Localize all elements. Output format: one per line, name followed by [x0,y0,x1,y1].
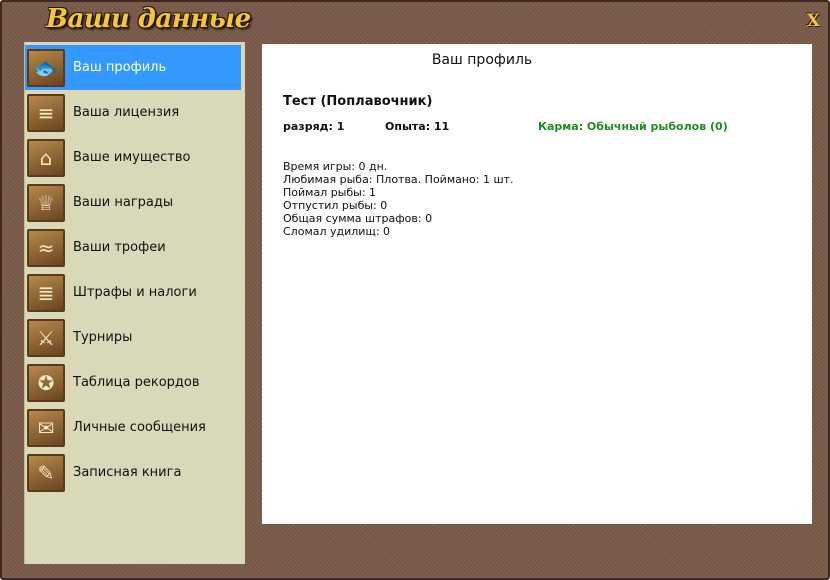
karma-value: Карма: Обычный рыболов (0) [538,120,728,133]
sidebar-item-tournaments[interactable]: ⚔ Турниры [25,315,241,360]
sidebar-item-property[interactable]: ⌂ Ваше имущество [25,135,241,180]
page-title: Ваш профиль [431,52,533,68]
sidebar-item-label: Турниры [73,330,133,345]
sidebar: 🐟 Ваш профиль ≡ Ваша лицензия ⌂ Ваше иму… [24,42,245,564]
profile-window: Ваши данные X 🐟 Ваш профиль ≡ Ваша лицен… [0,0,830,580]
sidebar-item-license[interactable]: ≡ Ваша лицензия [25,90,241,135]
license-icon: ≡ [27,93,65,132]
detail-favorite-fish: Любимая рыба: Плотва. Поймано: 1 шт. [283,173,514,186]
fine-paper-icon: ≣ [27,273,65,312]
detail-fish-caught: Поймал рыбы: 1 [283,186,377,199]
fish-avatar-icon: 🐟 [27,48,65,87]
pike-fish-icon: ≈ [27,228,65,267]
sidebar-item-messages[interactable]: ✉ Личные сообщения [25,405,241,450]
sidebar-item-label: Записная книга [73,465,182,480]
sidebar-item-notebook[interactable]: ✎ Записная книга [25,450,241,495]
sidebar-item-records[interactable]: ✪ Таблица рекордов [25,360,241,405]
notebook-icon: ✎ [27,453,65,492]
profile-panel: Ваш профиль Тест (Поплавочник) разряд: 1… [262,44,812,524]
sidebar-item-label: Ваш профиль [73,60,167,75]
sidebar-item-label: Личные сообщения [73,420,206,435]
trophy-cup-icon: ♕ [27,183,65,222]
profile-details: Время игры: 0 дн. Любимая рыба: Плотва. … [283,160,513,238]
sidebar-item-label: Ваши трофеи [73,240,166,255]
house-icon: ⌂ [27,138,65,177]
sidebar-item-label: Таблица рекордов [73,375,200,390]
player-name: Тест (Поплавочник) [283,94,433,109]
window-title: Ваши данные [46,4,251,34]
detail-fish-released: Отпустил рыбы: 0 [283,199,388,212]
experience-value: Опыта: 11 [385,120,450,133]
record-medal-icon: ✪ [27,363,65,402]
sidebar-item-label: Ваши награды [73,195,174,210]
sidebar-item-trophies[interactable]: ≈ Ваши трофеи [25,225,241,270]
sidebar-item-fines[interactable]: ≣ Штрафы и налоги [25,270,241,315]
sidebar-item-label: Штрафы и налоги [73,285,197,300]
envelope-icon: ✉ [27,408,65,447]
tournament-emblem-icon: ⚔ [27,318,65,357]
sidebar-item-profile[interactable]: 🐟 Ваш профиль [25,45,241,90]
sidebar-item-label: Ваше имущество [73,150,191,165]
sidebar-item-label: Ваша лицензия [73,105,180,120]
detail-fines-total: Общая сумма штрафов: 0 [283,212,433,225]
close-button[interactable]: X [807,11,820,31]
detail-play-time: Время игры: 0 дн. [283,160,388,173]
detail-rods-broken: Сломал удилищ: 0 [283,225,391,238]
rank-value: разряд: 1 [283,120,345,133]
sidebar-item-awards[interactable]: ♕ Ваши награды [25,180,241,225]
